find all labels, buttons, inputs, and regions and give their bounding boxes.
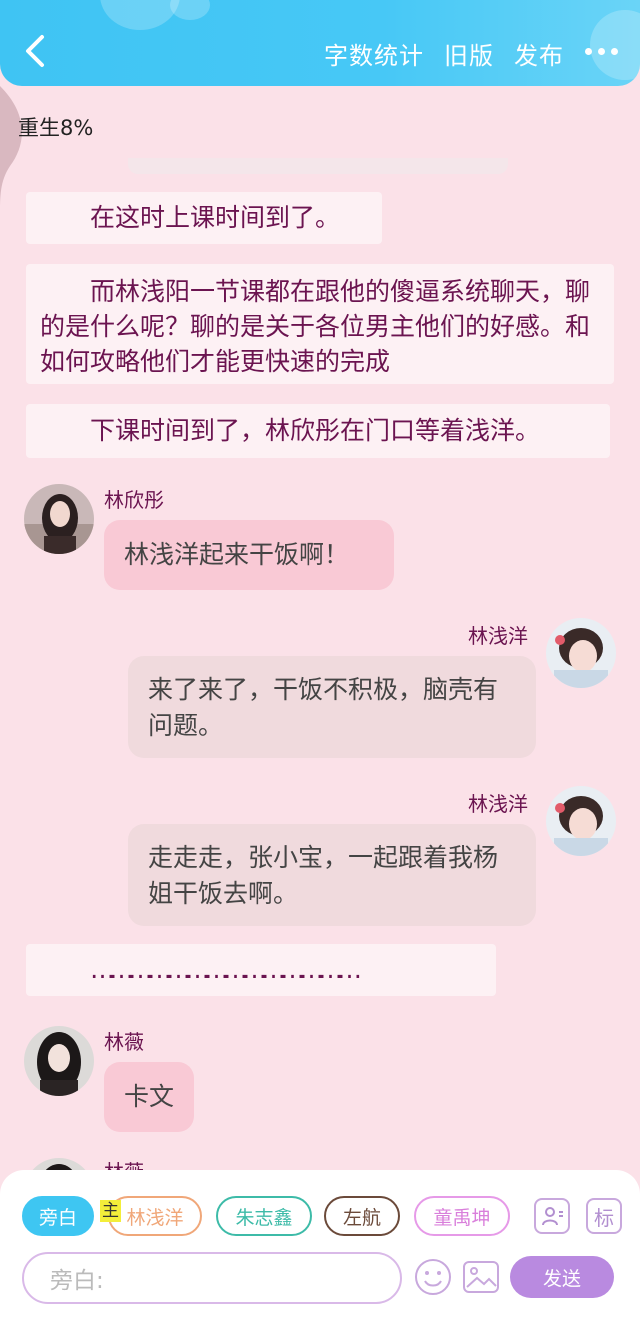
role-chip-narration[interactable]: 旁白 — [22, 1196, 94, 1236]
bubble-decoration — [590, 10, 640, 80]
narration-text: 下课时间到了，林欣彤在门口等着浅洋。 — [90, 416, 541, 445]
avatar[interactable] — [546, 618, 616, 688]
send-button[interactable]: 发送 — [510, 1256, 614, 1298]
narration-block[interactable]: 下课时间到了，林欣彤在门口等着浅洋。 — [26, 404, 610, 458]
role-manager-icon[interactable] — [534, 1198, 570, 1234]
sender-name: 林浅洋 — [468, 624, 528, 648]
word-count-button[interactable]: 字数统计 — [324, 36, 424, 71]
more-icon[interactable] — [585, 48, 618, 55]
old-version-button[interactable]: 旧版 — [444, 36, 494, 71]
image-icon[interactable] — [462, 1258, 500, 1296]
main-role-tag: 主 — [100, 1200, 121, 1222]
role-chip[interactable]: 林浅洋 — [108, 1196, 202, 1236]
narration-text: 在这时上课时间到了。 — [90, 203, 341, 232]
label-button[interactable]: 标 — [586, 1198, 622, 1234]
message-input[interactable]: 旁白: — [22, 1252, 402, 1304]
sender-name: 林欣彤 — [104, 488, 164, 512]
narration-block[interactable]: …………………………………… — [26, 944, 496, 996]
back-arrow-icon[interactable] — [22, 34, 50, 68]
chat-bubble[interactable]: 林浅洋起来干饭啊！ — [104, 520, 394, 590]
narration-block-partial — [128, 158, 508, 174]
emoji-icon[interactable] — [414, 1258, 452, 1296]
role-chip[interactable]: 童禹坤 — [414, 1196, 510, 1236]
avatar[interactable] — [24, 1026, 94, 1096]
bubble-decoration — [100, 0, 180, 30]
publish-button[interactable]: 发布 — [514, 36, 564, 71]
composer-panel: 旁白 林浅洋 主 朱志鑫 左航 童禹坤 标 旁白: 发送 — [0, 1170, 640, 1332]
avatar[interactable] — [24, 484, 94, 554]
document-title: 重生8% — [18, 116, 94, 140]
narration-text: …………………………………… — [90, 955, 362, 984]
chat-bubble[interactable]: 卡文 — [104, 1062, 194, 1132]
narration-block[interactable]: 在这时上课时间到了。 — [26, 192, 382, 244]
bubble-decoration — [170, 0, 210, 20]
top-bar: 字数统计 旧版 发布 — [0, 0, 640, 86]
sender-name: 林薇 — [104, 1030, 144, 1054]
narration-text: 而林浅阳一节课都在跟他的傻逼系统聊天，聊的是什么呢？聊的是关于各位男主他们的好感… — [40, 277, 591, 376]
avatar[interactable] — [546, 786, 616, 856]
narration-block[interactable]: 而林浅阳一节课都在跟他的傻逼系统聊天，聊的是什么呢？聊的是关于各位男主他们的好感… — [26, 264, 614, 384]
chat-bubble[interactable]: 来了来了，干饭不积极，脑壳有问题。 — [128, 656, 536, 758]
role-chip[interactable]: 朱志鑫 — [216, 1196, 312, 1236]
chat-bubble[interactable]: 走走走，张小宝，一起跟着我杨姐干饭去啊。 — [128, 824, 536, 926]
role-chip[interactable]: 左航 — [324, 1196, 400, 1236]
sender-name: 林浅洋 — [468, 792, 528, 816]
